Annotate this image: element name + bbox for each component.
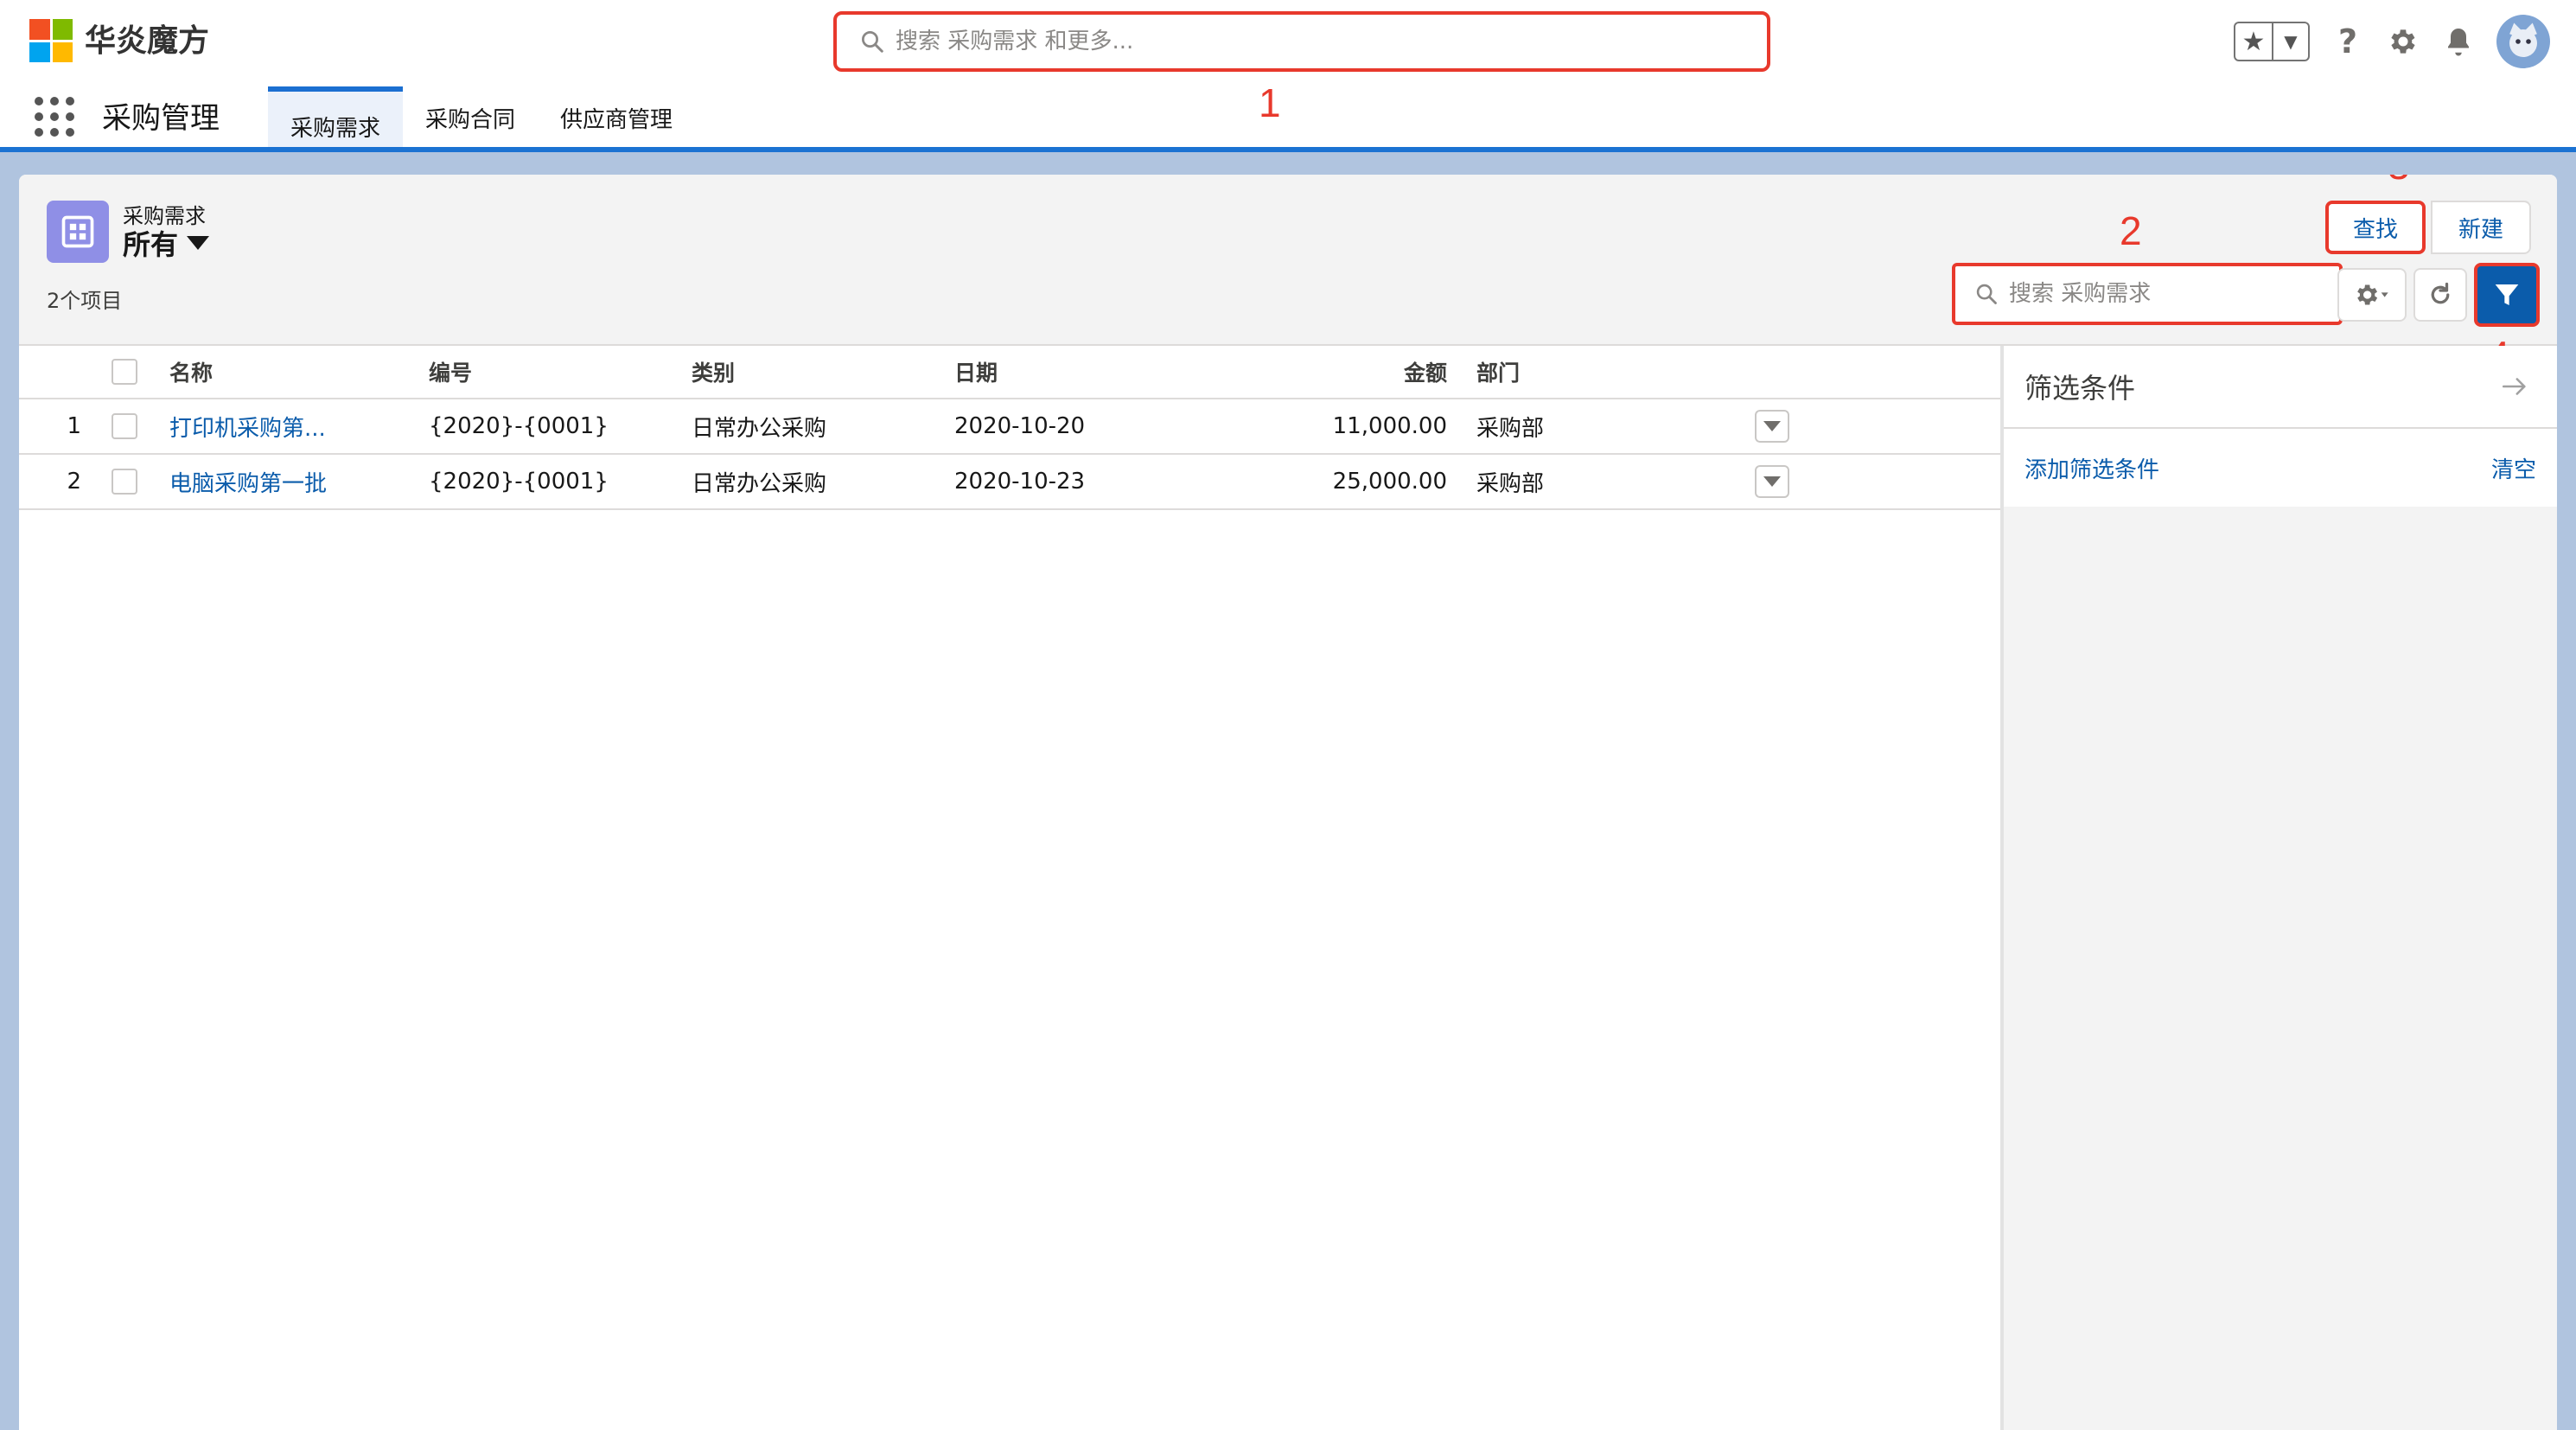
global-search-input[interactable] (896, 29, 1674, 54)
row-checkbox[interactable] (112, 413, 137, 439)
row-number: 2 (67, 469, 81, 495)
star-icon[interactable]: ★ (2235, 23, 2272, 60)
search-icon (862, 31, 883, 53)
cell-date: 2020-10-20 (954, 413, 1086, 439)
table-row: 1 打印机采购第... {2020}-{0001} 日常办公采购 2020-10… (19, 399, 2000, 455)
refresh-icon (2431, 282, 2450, 304)
list-view-header: 采购需求 所有 2个项目 3 查找 新建 2 4 (19, 175, 2557, 375)
filter-button[interactable] (2474, 263, 2540, 327)
cell-dept: 采购部 (1476, 415, 1545, 442)
list-view-card: 采购需求 所有 2个项目 3 查找 新建 2 4 名称 (19, 175, 2557, 1430)
row-number: 1 (67, 413, 81, 439)
item-count: 2个项目 (47, 289, 123, 313)
column-header-dept[interactable]: 部门 (1464, 356, 1738, 387)
filter-icon (2495, 284, 2519, 305)
brand-name: 华炎魔方 (85, 23, 210, 59)
records-table: 名称 编号 类别 日期 金额 部门 1 打印机采购第... {2020}-{00… (19, 346, 2000, 510)
list-view-switcher[interactable]: 所有 (123, 223, 210, 263)
row-actions-button[interactable] (1755, 410, 1789, 443)
favorites-group[interactable]: ★ ▼ (2234, 22, 2310, 61)
object-icon (47, 201, 109, 263)
column-header-amount[interactable]: 金额 (1200, 356, 1464, 387)
cell-dept: 采购部 (1476, 470, 1545, 497)
nav-tabs: 采购需求 采购合同 供应商管理 (268, 86, 695, 149)
column-header-date[interactable]: 日期 (937, 356, 1200, 387)
row-actions-button[interactable] (1755, 465, 1789, 498)
find-button[interactable]: 查找 (2325, 201, 2426, 254)
brand-logo (29, 19, 73, 62)
clear-filters-link[interactable]: 清空 (2491, 452, 2536, 484)
list-search-input[interactable] (2009, 281, 2320, 307)
filter-panel-header: 筛选条件 (2004, 346, 2557, 429)
list-search[interactable] (1952, 263, 2343, 325)
filter-panel-actions: 添加筛选条件 清空 (2004, 429, 2557, 507)
global-header: 华炎魔方 1 ★ ▼ ? 采购管理 采购需求 采购合同 供应商管理 (0, 0, 2576, 152)
callout-3: 3 (2388, 175, 2410, 185)
column-header-name[interactable]: 名称 (152, 356, 411, 387)
app-name: 采购管理 (102, 101, 220, 136)
cell-code: {2020}-{0001} (429, 413, 609, 439)
filter-panel: 筛选条件 添加筛选条件 清空 (2000, 346, 2557, 1430)
cell-code: {2020}-{0001} (429, 469, 609, 495)
refresh-button[interactable] (2413, 268, 2467, 322)
arrow-right-icon[interactable] (2500, 372, 2529, 401)
callout-1: 1 (1259, 80, 1281, 125)
view-name: 所有 (123, 228, 179, 261)
row-checkbox[interactable] (112, 469, 137, 495)
header-utility-bar: ★ ▼ ? (2234, 15, 2550, 68)
cell-date: 2020-10-23 (954, 469, 1086, 495)
tab-purchase-contracts[interactable]: 采购合同 (403, 86, 538, 149)
avatar[interactable] (2496, 15, 2550, 68)
list-actions: 查找 新建 (2325, 201, 2531, 254)
global-search[interactable] (833, 11, 1770, 72)
table-header: 名称 编号 类别 日期 金额 部门 (19, 346, 2000, 399)
tab-purchase-requests[interactable]: 采购需求 (268, 86, 404, 149)
callout-2: 2 (2120, 208, 2142, 253)
select-all-checkbox[interactable] (112, 359, 137, 385)
column-header-category[interactable]: 类别 (674, 356, 937, 387)
search-icon (1976, 284, 1997, 304)
bell-icon[interactable] (2441, 24, 2476, 59)
record-link[interactable]: 打印机采购第... (169, 416, 326, 442)
record-link[interactable]: 电脑采购第一批 (169, 471, 327, 497)
help-icon[interactable]: ? (2331, 22, 2365, 61)
chevron-down-icon[interactable]: ▼ (2272, 23, 2308, 60)
new-button[interactable]: 新建 (2431, 201, 2531, 254)
cell-amount: 11,000.00 (1332, 413, 1447, 439)
gear-icon (2357, 284, 2388, 305)
add-filter-link[interactable]: 添加筛选条件 (2024, 452, 2159, 484)
cell-category: 日常办公采购 (692, 415, 827, 442)
caret-down-icon (1763, 476, 1781, 487)
list-settings-button[interactable] (2337, 268, 2407, 322)
column-header-code[interactable]: 编号 (411, 356, 674, 387)
cell-category: 日常办公采购 (692, 470, 827, 497)
caret-down-icon (187, 236, 210, 250)
app-launcher-icon[interactable] (35, 97, 74, 137)
header-divider (0, 147, 2576, 152)
gear-icon[interactable] (2386, 24, 2420, 59)
cell-amount: 25,000.00 (1332, 469, 1447, 495)
tab-supplier-management[interactable]: 供应商管理 (538, 86, 695, 149)
table-row: 2 电脑采购第一批 {2020}-{0001} 日常办公采购 2020-10-2… (19, 455, 2000, 510)
caret-down-icon (1763, 421, 1781, 431)
filter-panel-title: 筛选条件 (2024, 372, 2136, 405)
